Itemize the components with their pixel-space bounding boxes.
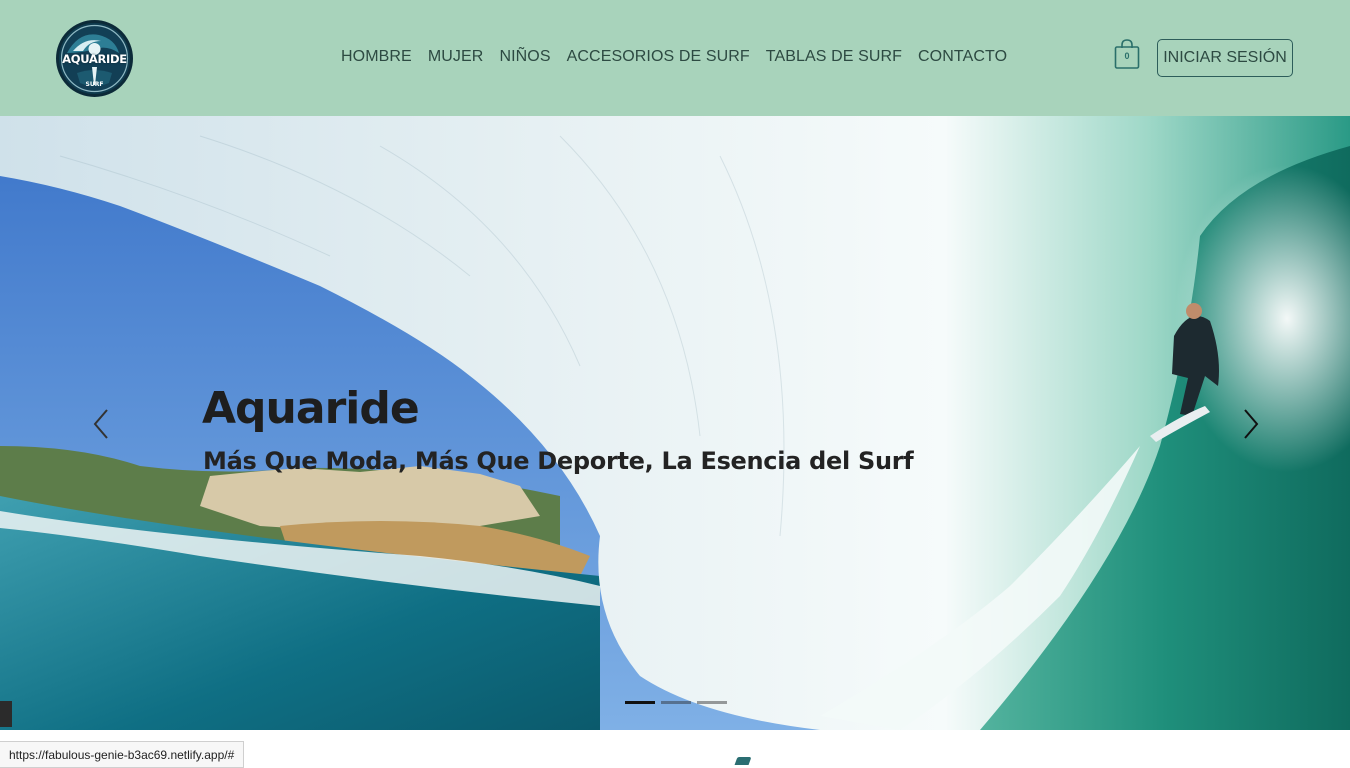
carousel-indicator-2[interactable] [661,701,691,704]
hero-title: Aquaride [202,383,420,434]
carousel-next-button[interactable] [1236,406,1266,442]
nav-item-ninos[interactable]: NIÑOS [499,47,550,67]
nav-item-accesorios-de-surf[interactable]: ACCESORIOS DE SURF [567,47,750,67]
hero-carousel: Aquaride Más Que Moda, Más Que Deporte, … [0,116,1350,730]
site-header: AQUARIDE SURF HOMBRE MUJER NIÑOS ACCESOR… [0,0,1350,116]
carousel-indicator-3[interactable] [697,701,727,704]
cart-button[interactable]: 0 [1114,38,1140,70]
chevron-right-icon [1244,409,1259,439]
brand-logo[interactable]: AQUARIDE SURF [56,20,133,97]
status-bar-url: https://fabulous-genie-b3ac69.netlify.ap… [0,741,245,768]
hero-subtitle: Más Que Moda, Más Que Deporte, La Esenci… [203,447,914,475]
nav-item-mujer[interactable]: MUJER [428,47,484,67]
nav-item-contacto[interactable]: CONTACTO [918,47,1007,67]
carousel-indicator-1[interactable] [625,701,655,704]
main-nav: HOMBRE MUJER NIÑOS ACCESORIOS DE SURF TA… [341,47,1007,67]
logo-wordmark: AQUARIDE [62,52,127,66]
nav-item-hombre[interactable]: HOMBRE [341,47,412,67]
carousel-prev-button[interactable] [88,406,118,442]
section-accent-mark [734,757,752,765]
edge-widget[interactable] [0,701,12,727]
carousel-indicators [625,701,727,704]
logo-subtext: SURF [85,81,104,88]
chevron-left-icon [93,409,108,439]
nav-item-tablas-de-surf[interactable]: TABLAS DE SURF [766,47,902,67]
cart-count-badge: 0 [1124,51,1130,61]
login-button[interactable]: INICIAR SESIÓN [1157,39,1293,77]
